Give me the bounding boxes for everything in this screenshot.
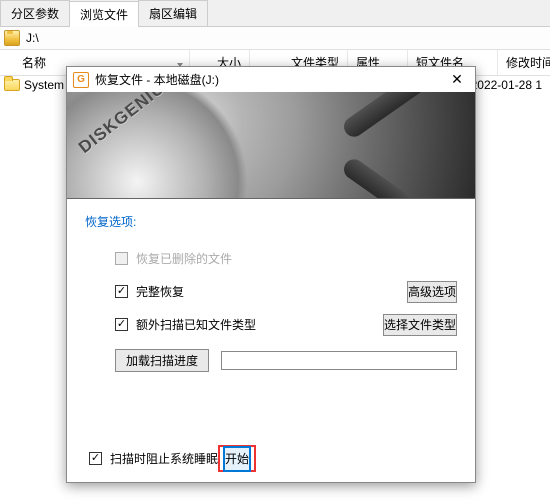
dialog-hero: DISKGENIUS [67, 92, 475, 199]
folder-icon [4, 30, 20, 46]
path-text[interactable]: J:\ [24, 29, 546, 47]
advanced-options-button[interactable]: 高级选项 [407, 281, 457, 303]
label-prevent-sleep: 扫描时阻止系统睡眠 [110, 450, 218, 467]
close-button[interactable]: ✕ [445, 71, 469, 88]
start-button[interactable]: 开始 [223, 446, 251, 472]
label-scan-known-types: 额外扫描已知文件类型 [136, 316, 256, 333]
tab-sector-edit[interactable]: 扇区编辑 [138, 0, 208, 26]
tab-partition-params[interactable]: 分区参数 [0, 0, 70, 26]
dialog-titlebar: 恢复文件 - 本地磁盘(J:) ✕ [67, 67, 475, 92]
options-header: 恢复选项: [85, 213, 457, 230]
checkbox-prevent-sleep[interactable] [89, 452, 102, 465]
path-bar: J:\ [0, 27, 550, 50]
start-button-highlight: 开始 [218, 445, 256, 472]
select-file-types-button[interactable]: 选择文件类型 [383, 314, 457, 336]
app-icon [73, 72, 89, 88]
checkbox-full-recover[interactable] [115, 285, 128, 298]
tab-browse-files[interactable]: 浏览文件 [69, 1, 139, 27]
progress-row: 加载扫描进度 [115, 349, 457, 372]
opt-row-known-types: 额外扫描已知文件类型 选择文件类型 [115, 316, 457, 333]
opt-row-deleted: 恢复已删除的文件 [115, 250, 457, 267]
tab-bar: 分区参数 浏览文件 扇区编辑 [0, 0, 550, 27]
checkbox-recover-deleted [115, 252, 128, 265]
file-date: 2022-01-28 1 [471, 78, 546, 92]
dialog-body: 恢复选项: 恢复已删除的文件 完整恢复 高级选项 额外扫描已知文件类型 选择文件… [67, 199, 475, 482]
checkbox-scan-known-types[interactable] [115, 318, 128, 331]
opt-row-full: 完整恢复 高级选项 [115, 283, 457, 300]
recover-dialog: 恢复文件 - 本地磁盘(J:) ✕ DISKGENIUS 恢复选项: 恢复已删除… [66, 66, 476, 483]
progress-bar [221, 351, 457, 370]
load-scan-progress-button[interactable]: 加载扫描进度 [115, 349, 209, 372]
dialog-title: 恢复文件 - 本地磁盘(J:) [95, 71, 445, 88]
label-full-recover: 完整恢复 [136, 283, 184, 300]
col-modified[interactable]: 修改时间 [498, 50, 550, 75]
label-recover-deleted: 恢复已删除的文件 [136, 250, 232, 267]
dialog-footer: 扫描时阻止系统睡眠 开始 [85, 431, 457, 472]
folder-icon [4, 79, 20, 91]
